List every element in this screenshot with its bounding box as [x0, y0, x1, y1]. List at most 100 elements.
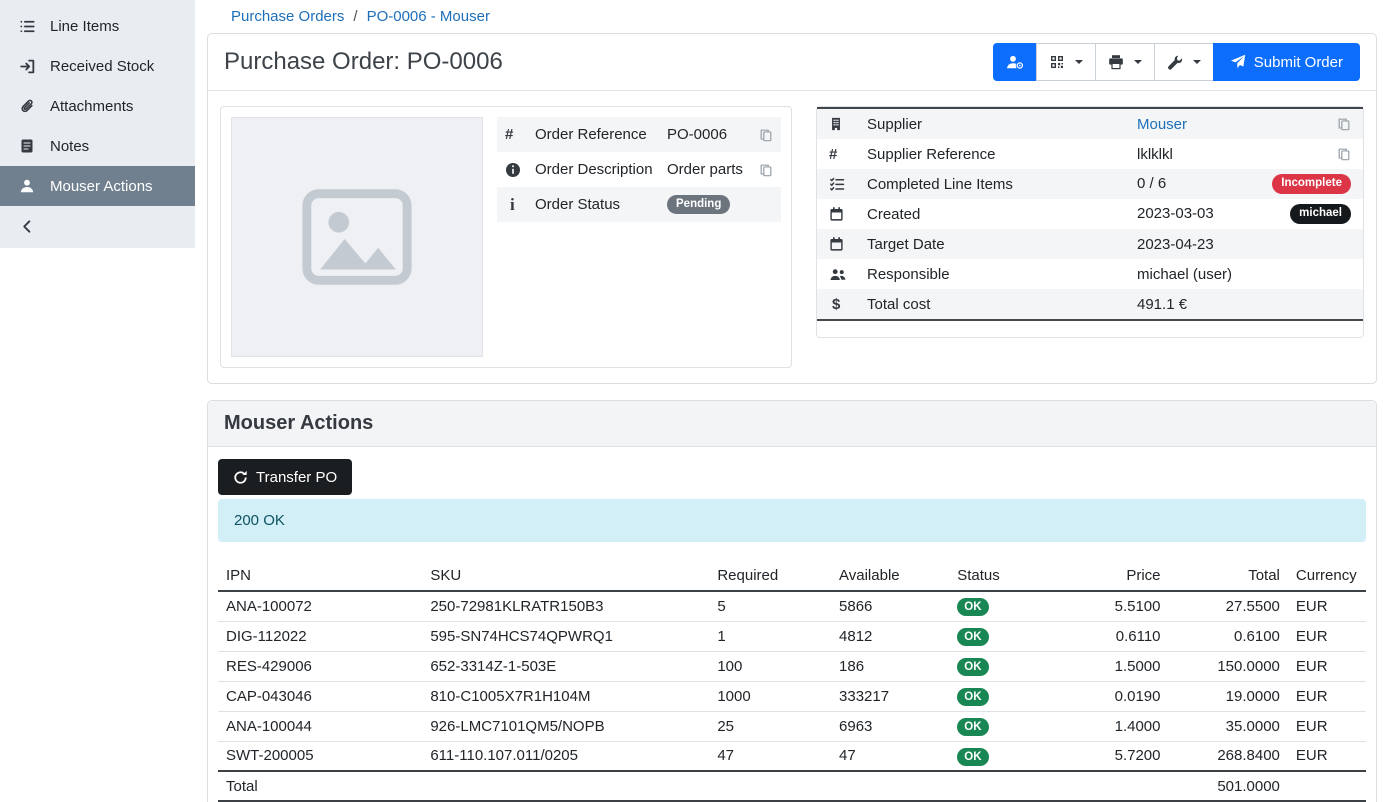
- copy-icon[interactable]: [759, 128, 773, 142]
- cell-ipn: RES-429006: [218, 651, 422, 681]
- user-cog-icon: [1006, 54, 1024, 70]
- table-row: CAP-043046 810-C1005X7R1H104M 1000 33321…: [218, 681, 1366, 711]
- sidebar-item-line-items[interactable]: Line Items: [0, 6, 195, 46]
- tools-icon: [1167, 54, 1183, 70]
- transfer-po-button[interactable]: Transfer PO: [218, 459, 352, 495]
- sidebar-item-label: Notes: [50, 138, 89, 155]
- sidebar-item-label: Received Stock: [50, 58, 154, 75]
- cell-required: 25: [709, 711, 831, 741]
- breadcrumb-link-current-order[interactable]: PO-0006 - Mouser: [367, 8, 490, 25]
- cell-sku: 595-SN74HCS74QPWRQ1: [422, 621, 709, 651]
- caret-down-icon: [1075, 60, 1083, 64]
- creator-badge: michael: [1290, 204, 1351, 224]
- cell-available: 333217: [831, 681, 949, 711]
- caret-down-icon: [1193, 60, 1201, 64]
- cell-total: 268.8400: [1169, 741, 1288, 771]
- sidebar-collapse-button[interactable]: [0, 206, 195, 246]
- cell-price: 0.0190: [1054, 681, 1169, 711]
- detail-label: Order Status: [535, 196, 667, 213]
- col-required: Required: [709, 566, 831, 591]
- transfer-po-label: Transfer PO: [256, 469, 337, 486]
- detail-row-target-date: Target Date 2023-04-23: [817, 229, 1363, 259]
- cell-currency: EUR: [1288, 651, 1366, 681]
- status-badge: OK: [957, 598, 988, 616]
- table-footer-row: Total 501.0000: [218, 771, 1366, 801]
- detail-value: 0 / 6: [1137, 175, 1166, 192]
- dollar-icon: $: [829, 296, 867, 313]
- qr-icon: [1049, 54, 1065, 70]
- detail-value: 2023-03-03: [1137, 205, 1214, 222]
- info-circle-icon: [505, 162, 535, 178]
- cell-sku: 250-72981KLRATR150B3: [422, 591, 709, 621]
- panel-title: Mouser Actions: [224, 412, 1360, 435]
- copy-icon[interactable]: [1337, 117, 1351, 131]
- cell-status: OK: [949, 681, 1053, 711]
- status-badge: OK: [957, 748, 988, 766]
- order-image-placeholder[interactable]: [231, 117, 483, 357]
- detail-label: Total cost: [867, 296, 1137, 313]
- cell-required: 1: [709, 621, 831, 651]
- printer-icon: [1108, 54, 1124, 70]
- detail-label: Created: [867, 206, 1137, 223]
- user-cog-button[interactable]: [993, 43, 1037, 81]
- detail-value: Order parts: [667, 161, 743, 178]
- cell-status: OK: [949, 741, 1053, 771]
- order-details-panel: # Order Reference PO-0006: [220, 106, 792, 368]
- list-check-icon: [829, 176, 867, 192]
- cell-total: 35.0000: [1169, 711, 1288, 741]
- status-alert-text: 200 OK: [234, 512, 285, 529]
- detail-label: Completed Line Items: [867, 176, 1137, 193]
- detail-value: 2023-04-23: [1137, 236, 1214, 253]
- footer-label: Total: [218, 771, 422, 801]
- cell-ipn: ANA-100072: [218, 591, 422, 621]
- sidebar-item-label: Line Items: [50, 18, 119, 35]
- parts-table: IPN SKU Required Available Status Price …: [218, 566, 1366, 802]
- calendar-icon: [829, 236, 867, 252]
- breadcrumb-link-purchase-orders[interactable]: Purchase Orders: [231, 8, 344, 25]
- sidebar-item-attachments[interactable]: Attachments: [0, 86, 195, 126]
- detail-value: michael (user): [1137, 266, 1232, 283]
- page-title: Purchase Order: PO-0006: [224, 48, 503, 76]
- cell-status: OK: [949, 621, 1053, 651]
- detail-value: 491.1 €: [1137, 296, 1187, 313]
- cell-price: 0.6110: [1054, 621, 1169, 651]
- copy-icon[interactable]: [759, 163, 773, 177]
- supplier-details-panel: Supplier Mouser # Supplier Ref: [816, 106, 1364, 338]
- submit-order-button[interactable]: Submit Order: [1213, 43, 1360, 81]
- cell-available: 47: [831, 741, 949, 771]
- note-icon: [17, 138, 37, 154]
- sidebar-item-received-stock[interactable]: Received Stock: [0, 46, 195, 86]
- barcode-dropdown-button[interactable]: [1036, 43, 1096, 81]
- col-currency: Currency: [1288, 566, 1366, 591]
- status-badge: OK: [957, 718, 988, 736]
- cell-ipn: SWT-200005: [218, 741, 422, 771]
- table-row: SWT-200005 611-110.107.011/0205 47 47 OK…: [218, 741, 1366, 771]
- actions-dropdown-button[interactable]: [1154, 43, 1214, 81]
- cell-ipn: DIG-112022: [218, 621, 422, 651]
- cell-total: 0.6100: [1169, 621, 1288, 651]
- purchase-order-card: Purchase Order: PO-0006: [207, 33, 1377, 384]
- supplier-link[interactable]: Mouser: [1137, 116, 1187, 133]
- refresh-icon: [233, 470, 248, 485]
- cell-available: 4812: [831, 621, 949, 651]
- sidebar-item-mouser-actions[interactable]: Mouser Actions: [0, 166, 195, 206]
- table-row: DIG-112022 595-SN74HCS74QPWRQ1 1 4812 OK…: [218, 621, 1366, 651]
- cell-ipn: CAP-043046: [218, 681, 422, 711]
- col-price: Price: [1054, 566, 1169, 591]
- sidebar-item-label: Mouser Actions: [50, 178, 153, 195]
- sidebar-item-notes[interactable]: Notes: [0, 126, 195, 166]
- app-root: Line Items Received Stock Attachments No…: [0, 0, 1383, 802]
- copy-icon[interactable]: [1337, 147, 1351, 161]
- status-badge: OK: [957, 628, 988, 646]
- cell-price: 5.7200: [1054, 741, 1169, 771]
- col-available: Available: [831, 566, 949, 591]
- cell-sku: 926-LMC7101QM5/NOPB: [422, 711, 709, 741]
- detail-row-supplier-reference: # Supplier Reference lklklkl: [817, 139, 1363, 169]
- detail-row-supplier: Supplier Mouser: [817, 109, 1363, 139]
- mouser-actions-body: Transfer PO 200 OK IPN SKU Required: [208, 447, 1376, 802]
- print-dropdown-button[interactable]: [1095, 43, 1155, 81]
- order-toolbar: Submit Order: [993, 43, 1360, 81]
- mouser-actions-card: Mouser Actions Transfer PO 200 OK: [207, 400, 1377, 802]
- image-icon: [298, 178, 416, 296]
- list-icon: [17, 18, 37, 35]
